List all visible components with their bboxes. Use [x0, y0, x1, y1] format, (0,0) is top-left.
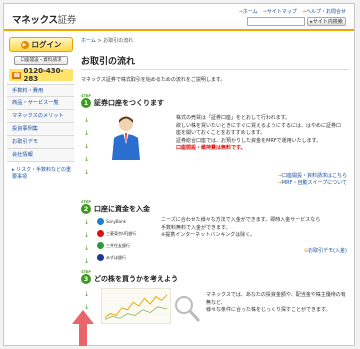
sidebar: ▶ ログイン 口座開設・資料請求 ☎ 0120-430-283 手数料・費用 商…	[7, 37, 74, 181]
flow-arrows-icon: ↓ ↓ ↓ ↓ ↓	[84, 117, 90, 176]
step-3-description: マネックスでは、あなたの投資金額や、配当金や株主優待の有無など、 様々な条件に合…	[206, 292, 346, 314]
account-open-link[interactable]: →口座開設・資料請求はこちら	[278, 172, 347, 179]
risk-notice-link[interactable]: ▸ リスク・手数料などの重要事項	[12, 167, 72, 181]
free-fee-notice: 口座開設・維持費は無料です。	[176, 145, 246, 152]
pointer-arrow-icon	[72, 310, 94, 346]
bank-logo: 三井住友銀行	[97, 240, 155, 251]
link-help[interactable]: →ヘルプ・お問合せ	[302, 8, 346, 15]
bank-logo: SonyBank	[97, 216, 155, 227]
step-2-description: ニーズに合わせた様々な方法で入金ができます。即時入金サービスなら 手数料無料で入…	[161, 217, 321, 239]
phone-number: ☎ 0120-430-283	[9, 67, 73, 83]
flow-arrows-icon: ↓ ↓ ↓ ↓	[84, 219, 90, 265]
sidebar-item-cases[interactable]: 投資事例集	[7, 123, 74, 136]
sidebar-item-fees[interactable]: 手数料・費用	[7, 84, 74, 97]
bank-logo: 三菱東京UFJ銀行	[97, 228, 155, 239]
bank-logo: みずほ銀行	[97, 252, 155, 263]
freedial-icon: ☎	[12, 71, 22, 79]
breadcrumb: ホーム > お取引の流れ	[81, 38, 134, 44]
bank-logos: SonyBank 三菱東京UFJ銀行 三井住友銀行 みずほ銀行	[97, 216, 155, 264]
intro-text: マネックス証券で株式取引を始めるための流れをご説明します。	[81, 77, 226, 83]
sidebar-menu: 手数料・費用 商品・サービス一覧 マネックスのメリット 投資事例集 お取引デモ …	[7, 84, 74, 162]
sidebar-item-products[interactable]: 商品・サービス一覧	[7, 97, 74, 110]
link-home[interactable]: →ホーム	[239, 8, 258, 15]
brand-name: マネックス	[12, 15, 58, 26]
login-button[interactable]: ▶ ログイン	[9, 37, 73, 52]
search-button[interactable]: ▸サイト内検索	[307, 17, 346, 26]
deposit-demo-link[interactable]: ⊙お取引デモ(入金)	[304, 247, 347, 254]
breadcrumb-home[interactable]: ホーム	[81, 38, 96, 44]
utility-links: →ホーム →サイトマップ →ヘルプ・お問合せ	[239, 8, 347, 15]
step-1-links: →口座開設・資料請求はこちら →MRF・自動スイープについて	[278, 172, 347, 186]
step-1-badge: STEP 1	[81, 94, 91, 108]
site-search: ▸サイト内検索	[247, 17, 346, 26]
step-3: STEP 3 どの株を買うかを考えよう ↓↓↓ マネックスでは、あなたの投資金額…	[81, 270, 349, 345]
mrf-link[interactable]: →MRF・自動スイープについて	[278, 179, 347, 186]
step-1-description: 株式の売買は「証券口座」をとおして行われます。 欲しい株を買いたいときにすぐに買…	[176, 115, 346, 153]
step-1: STEP 1 証券口座をつくります ↓ ↓ ↓ ↓ ↓ 株式の売買は「証券口座」をとおし…	[81, 94, 349, 194]
magnifier-icon	[175, 296, 201, 323]
step-1-title: 証券口座をつくります	[94, 99, 164, 107]
link-sitemap[interactable]: →サイトマップ	[263, 8, 297, 15]
step-3-title: どの株を買うかを考えよう	[94, 275, 178, 283]
stock-chart-image	[101, 288, 171, 324]
brand-suffix: 証券	[57, 15, 77, 26]
step-3-badge: STEP 3	[81, 270, 91, 284]
step-2: STEP 2 口座に資金を入金 ↓ ↓ ↓ ↓ SonyBank 三菱東京UFJ銀行 …	[81, 200, 349, 270]
browser-frame: マネックス証券 →ホーム →サイトマップ →ヘルプ・お問合せ ▸サイト内検索 ▶…	[3, 3, 355, 346]
sidebar-item-merits[interactable]: マネックスのメリット	[7, 110, 74, 123]
account-request-button[interactable]: 口座開設・資料請求	[14, 56, 68, 65]
breadcrumb-current: お取引の流れ	[103, 38, 134, 44]
login-arrow-icon: ▶	[20, 40, 29, 49]
site-header: マネックス証券 →ホーム →サイトマップ →ヘルプ・お問合せ ▸サイト内検索	[4, 4, 354, 31]
site-logo[interactable]: マネックス証券	[12, 12, 76, 26]
main-content: ホーム > お取引の流れ お取引の流れ マネックス証券で株式取引を始めるための流…	[81, 37, 349, 324]
staff-person-icon	[112, 116, 140, 160]
page-title: お取引の流れ	[81, 54, 349, 70]
search-input[interactable]	[247, 17, 305, 26]
sidebar-item-company[interactable]: 会社情報	[7, 149, 74, 162]
sidebar-item-demo[interactable]: お取引デモ	[7, 136, 74, 149]
step-2-badge: STEP 2	[81, 200, 91, 214]
step-2-title: 口座に資金を入金	[94, 205, 150, 213]
